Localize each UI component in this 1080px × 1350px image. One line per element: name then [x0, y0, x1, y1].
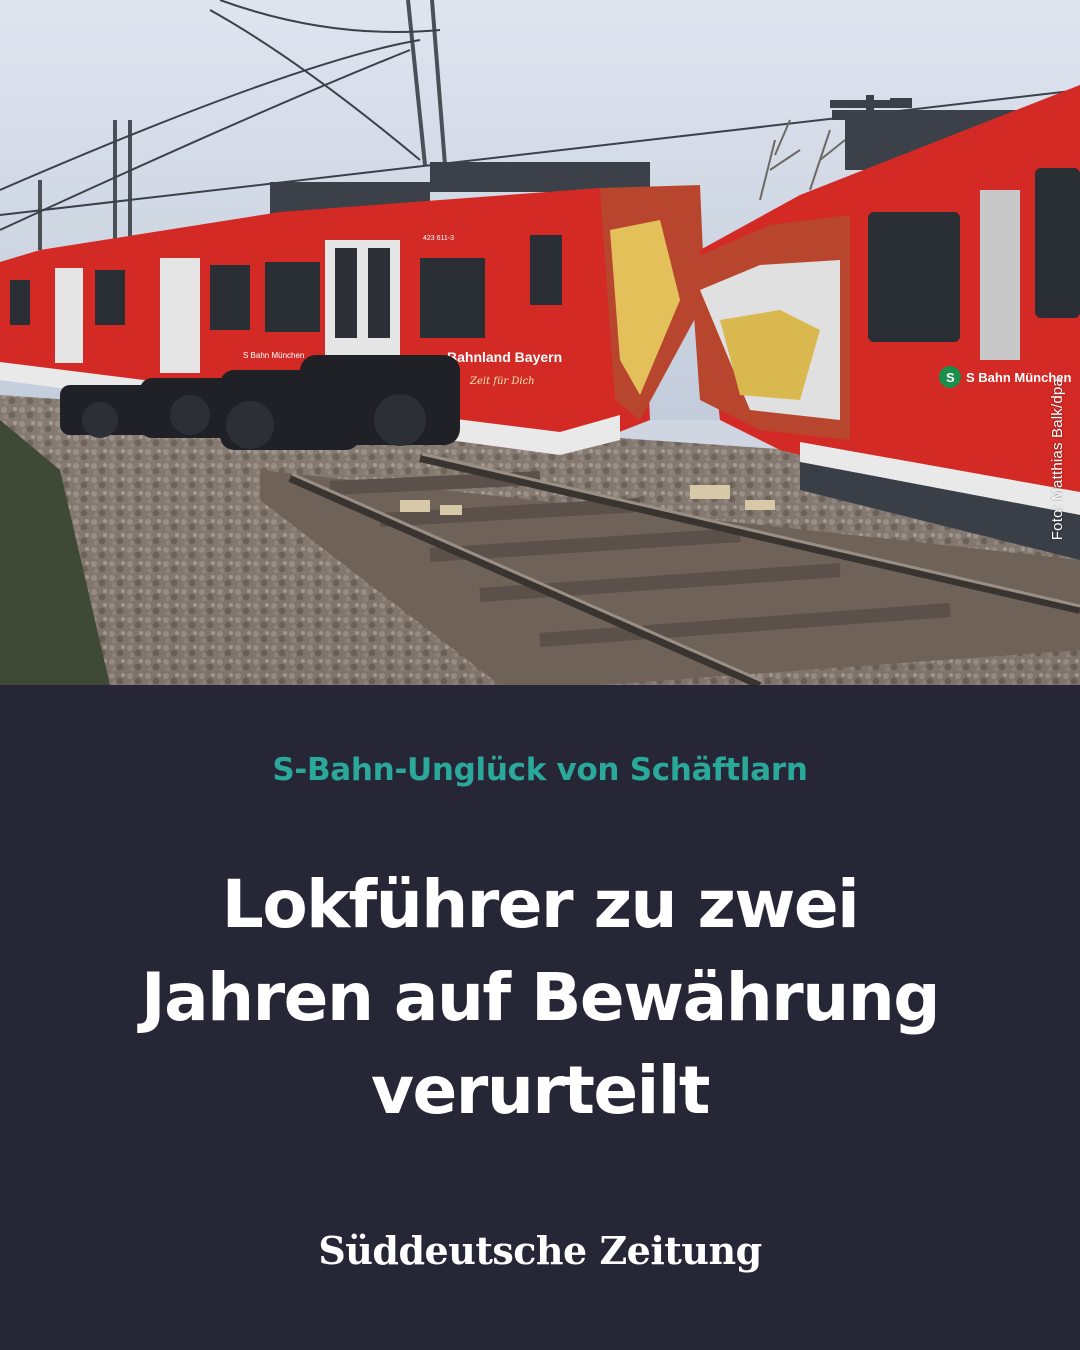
kicker: S-Bahn-Unglück von Schäftlarn [272, 752, 808, 788]
left-brand-label: Bahnland Bayern [447, 349, 562, 365]
headline-line-1: Lokführer zu zwei [221, 866, 860, 943]
headline-line-2: Jahren auf Bewährung [141, 959, 940, 1036]
photo-credit: Foto: Matthias Balk/dpa [1049, 378, 1066, 541]
s-bahn-logo-letter: S [946, 370, 955, 385]
left-slogan-label: Zeit für Dich [469, 376, 535, 387]
brand-logo: Süddeutsche Zeitung [318, 1228, 762, 1273]
left-small-label: S Bahn München [243, 351, 304, 360]
headline-line-3: verurteilt [371, 1052, 710, 1129]
headline: Lokführer zu zwei Jahren auf Bewährung v… [90, 858, 990, 1137]
photo-illustration: Bahnland Bayern Zeit für Dich S Bahn Mün… [0, 0, 1080, 685]
train-crash-photo: Bahnland Bayern Zeit für Dich S Bahn Mün… [0, 0, 1080, 685]
left-number-label: 423 611-3 [423, 235, 454, 242]
